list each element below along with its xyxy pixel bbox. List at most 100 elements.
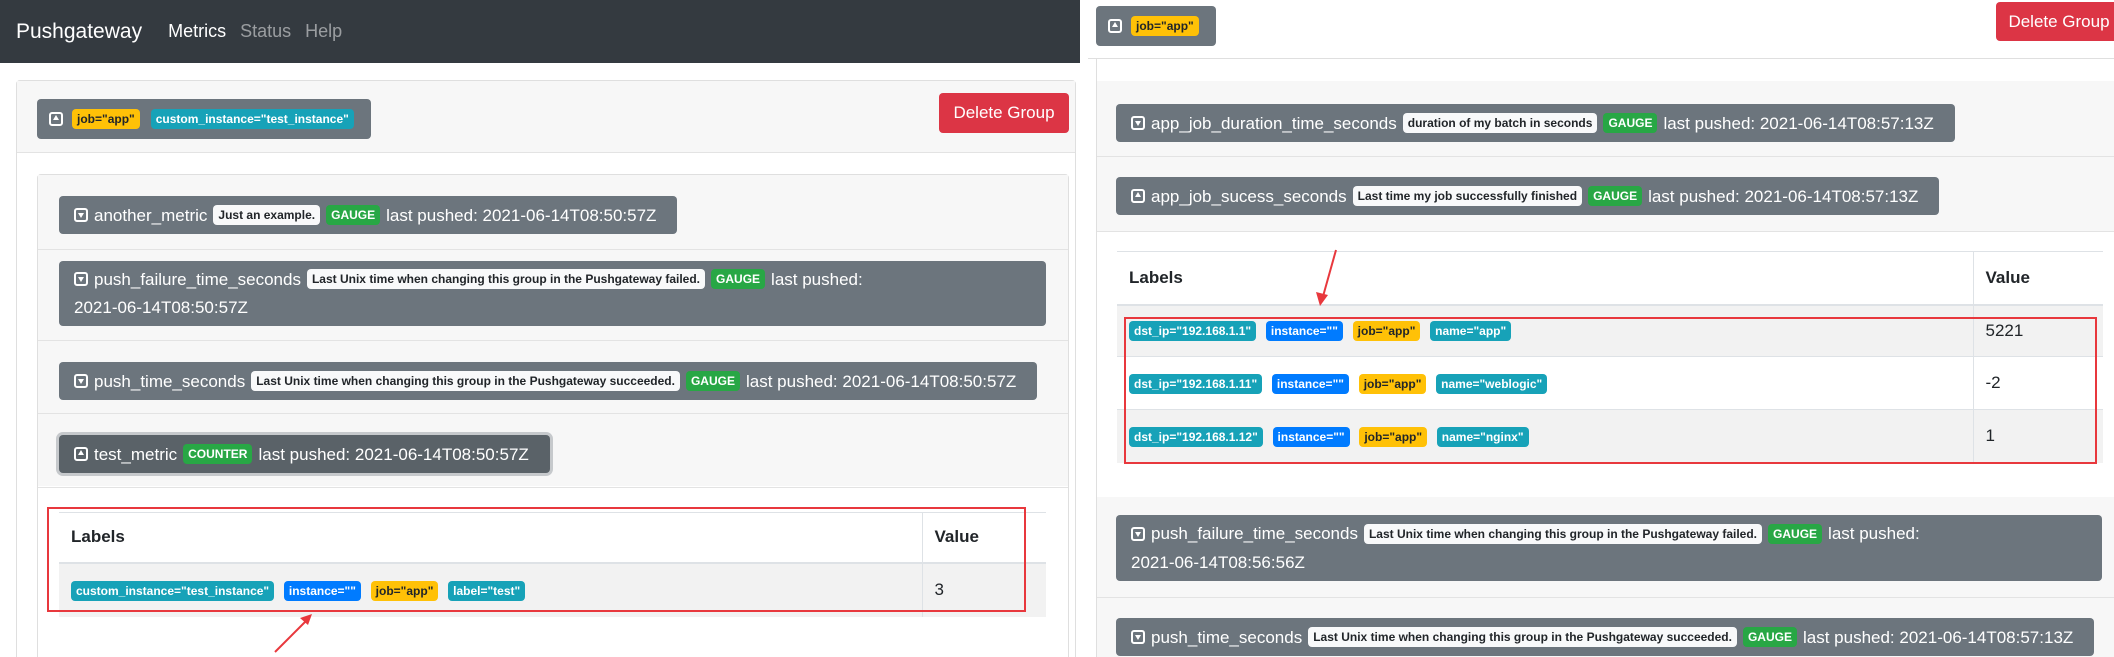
metric-name: push_time_seconds xyxy=(1151,627,1303,647)
collapse-icon xyxy=(74,447,88,461)
expand-icon xyxy=(74,374,88,388)
label-badge: instance="" xyxy=(1265,321,1343,342)
label-badge: job="app" xyxy=(370,580,439,601)
label-badge: job="app" xyxy=(1352,321,1421,342)
metric-name: test_metric xyxy=(94,444,178,464)
metric-pushed-time: 2021-06-14T08:50:57Z xyxy=(74,298,248,318)
row-value: 5221 xyxy=(1972,304,2103,357)
metric-pushed: last pushed: 2021-06-14T08:50:57Z xyxy=(258,444,529,464)
metric-push-failure-time-seconds[interactable]: push_failure_time_seconds Last Unix time… xyxy=(59,261,1046,326)
expand-icon xyxy=(1131,526,1145,541)
row-value: 3 xyxy=(921,562,1046,617)
panel-divider xyxy=(1080,0,1088,657)
expand-icon xyxy=(1131,116,1145,130)
labels-header: Labels xyxy=(59,512,922,564)
table-row: dst_ip="192.168.1.11" instance="" job="a… xyxy=(1117,356,2103,410)
divider xyxy=(1097,231,2114,232)
label-badge: name="weblogic" xyxy=(1436,373,1548,394)
label-badge: name="app" xyxy=(1430,321,1512,342)
row-value: 1 xyxy=(1972,409,2103,463)
row-value: -2 xyxy=(1972,356,2103,410)
metric-push-failure-time-seconds[interactable]: push_failure_time_seconds Last Unix time… xyxy=(1116,515,2102,581)
metric-pushed: last pushed: xyxy=(1828,524,1920,543)
value-header: Value xyxy=(1972,251,2103,306)
group-label-job: job="app" xyxy=(72,109,140,129)
row-labels: custom_instance="test_instance" instance… xyxy=(59,562,922,617)
metric-another-metric[interactable]: another_metric Just an example. GAUGE la… xyxy=(59,196,678,234)
nav-help[interactable]: Help xyxy=(305,21,342,42)
metric-help: Last Unix time when changing this group … xyxy=(251,371,680,391)
collapse-icon xyxy=(49,112,63,126)
metric-pushed: last pushed: 2021-06-14T08:57:13Z xyxy=(1663,113,1934,133)
metric-help: duration of my batch in seconds xyxy=(1402,113,1598,133)
metric-type: GAUGE xyxy=(1603,113,1658,133)
metric-pushed: last pushed: 2021-06-14T08:50:57Z xyxy=(745,371,1017,391)
row-labels: dst_ip="192.168.1.12" instance="" job="a… xyxy=(1117,409,1973,463)
metric-pushed: last pushed: 2021-06-14T08:50:57Z xyxy=(386,205,657,225)
label-badge: dst_ip="192.168.1.11" xyxy=(1129,373,1263,394)
label-badge: label="test" xyxy=(448,580,526,601)
row-labels: dst_ip="192.168.1.1" instance="" job="ap… xyxy=(1117,304,1973,357)
nav-status[interactable]: Status xyxy=(240,21,291,42)
metric-type: GAUGE xyxy=(326,205,381,225)
metric-app-job-duration-time-seconds[interactable]: app_job_duration_time_seconds duration o… xyxy=(1116,104,1955,142)
metric-test-metric[interactable]: test_metric COUNTER last pushed: 2021-06… xyxy=(59,435,550,473)
divider xyxy=(38,487,1068,488)
metric-name: app_job_sucess_seconds xyxy=(1151,186,1347,206)
label-badge: instance="" xyxy=(1272,426,1350,447)
group-toggle-button[interactable]: job="app" custom_instance="test_instance… xyxy=(37,99,371,139)
brand[interactable]: Pushgateway xyxy=(16,20,142,44)
metric-help: Last Unix time when changing this group … xyxy=(1308,627,1737,647)
group-label-job: job="app" xyxy=(1131,16,1199,36)
metric-help: Last Unix time when changing this group … xyxy=(306,269,706,290)
expand-icon xyxy=(74,272,88,287)
metric-app-job-sucess-seconds[interactable]: app_job_sucess_seconds Last time my job … xyxy=(1116,177,1940,215)
metric-help: Just an example. xyxy=(213,205,321,225)
metric-name: app_job_duration_time_seconds xyxy=(1151,113,1397,133)
collapse-icon xyxy=(1108,19,1122,33)
group-label-custom-instance: custom_instance="test_instance" xyxy=(150,109,354,129)
navbar: Pushgateway Metrics Status Help xyxy=(0,0,1080,63)
metric-type: GAUGE xyxy=(685,371,740,391)
label-badge: job="app" xyxy=(1359,426,1428,447)
metric-help: Last Unix time when changing this group … xyxy=(1363,523,1763,544)
value-header: Value xyxy=(921,512,1046,564)
nav-metrics[interactable]: Metrics xyxy=(168,21,226,42)
expand-icon xyxy=(74,208,88,222)
metric-type: COUNTER xyxy=(183,444,253,464)
metric-name: push_failure_time_seconds xyxy=(94,269,301,289)
divider xyxy=(38,340,1068,341)
label-badge: job="app" xyxy=(1358,373,1427,394)
divider xyxy=(38,249,1068,250)
label-badge: name="nginx" xyxy=(1436,426,1529,447)
label-badge: instance="" xyxy=(1271,373,1349,394)
metric-name: push_time_seconds xyxy=(94,371,246,391)
table-row: custom_instance="test_instance" instance… xyxy=(59,562,1046,617)
metric-pushed: last pushed: 2021-06-14T08:57:13Z xyxy=(1802,627,2074,647)
label-badge: dst_ip="192.168.1.12" xyxy=(1129,426,1263,447)
label-badge: dst_ip="192.168.1.1" xyxy=(1129,321,1257,342)
metric-push-time-seconds[interactable]: push_time_seconds Last Unix time when ch… xyxy=(59,362,1038,400)
divider xyxy=(38,413,1068,414)
right-screenshot: job="app" Delete Group app_job_duration_… xyxy=(1088,0,2114,657)
labels-header: Labels xyxy=(1117,251,1973,306)
delete-group-button[interactable]: Delete Group xyxy=(939,93,1069,133)
divider xyxy=(1097,156,2114,157)
table-row: dst_ip="192.168.1.1" instance="" job="ap… xyxy=(1117,304,2103,357)
metric-push-time-seconds[interactable]: push_time_seconds Last Unix time when ch… xyxy=(1116,618,2095,656)
group-toggle-button[interactable]: job="app" xyxy=(1096,6,1216,46)
label-badge: instance="" xyxy=(283,580,361,601)
metric-type: GAUGE xyxy=(1768,523,1823,544)
row-labels: dst_ip="192.168.1.11" instance="" job="a… xyxy=(1117,356,1973,410)
metric-name: push_failure_time_seconds xyxy=(1151,524,1358,543)
metric-name: another_metric xyxy=(94,205,208,225)
metric-pushed: last pushed: 2021-06-14T08:57:13Z xyxy=(1648,186,1919,206)
metric-pushed-time: 2021-06-14T08:56:56Z xyxy=(1131,553,1305,572)
divider xyxy=(1097,597,2114,598)
label-badge: custom_instance="test_instance" xyxy=(71,580,275,601)
metric-pushed: last pushed: xyxy=(771,269,863,289)
delete-group-button[interactable]: Delete Group xyxy=(1996,2,2114,41)
metric-type: GAUGE xyxy=(1742,627,1797,647)
metric-help: Last time my job successfully finished xyxy=(1352,186,1583,206)
app-job-sucess-table: Labels Value dst_ip="192.168.1.1" instan… xyxy=(1117,251,2103,463)
